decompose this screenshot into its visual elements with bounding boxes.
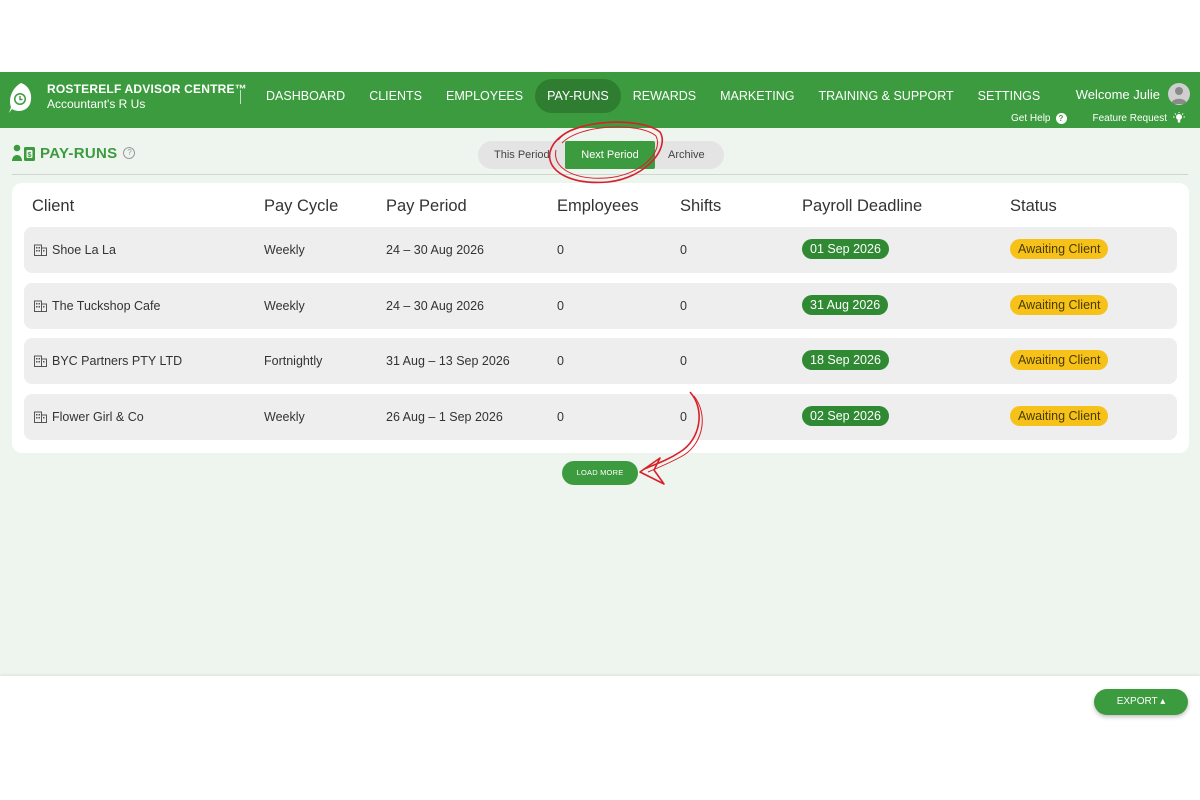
pay-period: 24 – 30 Aug 2026 (386, 299, 485, 313)
building-icon (34, 355, 47, 367)
nav-pay-runs[interactable]: PAY-RUNS (535, 79, 621, 113)
column-pay-period[interactable]: Pay Period (386, 197, 467, 216)
load-more-button[interactable]: LOAD MORE (562, 461, 638, 485)
nav-dashboard[interactable]: DASHBOARD (254, 79, 357, 113)
user-icon (1171, 87, 1187, 104)
app-window: ROSTERELF ADVISOR CENTRE™ Accountant's R… (0, 72, 1200, 728)
top-navigation-bar: ROSTERELF ADVISOR CENTRE™ Accountant's R… (0, 72, 1200, 128)
footer-bar: EXPORT ▴ (0, 676, 1200, 728)
employee-count: 0 (557, 299, 564, 313)
status-badge: Awaiting Client (1010, 295, 1109, 315)
get-help-label: Get Help (1011, 112, 1051, 124)
pay-cycle: Weekly (264, 299, 305, 313)
status-badge: Awaiting Client (1010, 406, 1109, 426)
employee-count: 0 (557, 410, 564, 424)
column-pay-cycle[interactable]: Pay Cycle (264, 197, 338, 216)
pay-cycle: Fortnightly (264, 354, 323, 368)
shift-count: 0 (680, 299, 687, 313)
export-button[interactable]: EXPORT ▴ (1094, 689, 1188, 715)
building-icon (34, 411, 47, 423)
table-row[interactable]: BYC Partners PTY LTD Fortnightly 31 Aug … (24, 338, 1177, 384)
column-shifts[interactable]: Shifts (680, 197, 721, 216)
nav-settings[interactable]: SETTINGS (966, 79, 1053, 113)
nav-training-support[interactable]: TRAINING & SUPPORT (806, 79, 965, 113)
svg-text:$: $ (28, 152, 32, 159)
period-tabs: This Period Next Period Archive (478, 141, 724, 169)
table-row[interactable]: Shoe La La Weekly 24 – 30 Aug 2026 0 0 0… (24, 227, 1177, 273)
page-title: PAY-RUNS (40, 144, 118, 162)
deadline-badge: 31 Aug 2026 (802, 295, 889, 315)
tab-this-period[interactable]: This Period (494, 141, 550, 169)
get-help-link[interactable]: Get Help ? (1011, 112, 1067, 124)
pay-cycle: Weekly (264, 410, 305, 424)
brand-divider (240, 90, 241, 104)
shift-count: 0 (680, 354, 687, 368)
pay-period: 31 Aug – 13 Sep 2026 (386, 354, 510, 368)
user-avatar[interactable] (1168, 83, 1190, 105)
nav-employees[interactable]: EMPLOYEES (434, 79, 535, 113)
column-client[interactable]: Client (32, 197, 74, 216)
page-header: $ PAY-RUNS ? (12, 144, 136, 162)
tab-next-period[interactable]: Next Period (565, 141, 655, 169)
feature-request-label: Feature Request (1092, 112, 1168, 124)
brand-subtitle: Accountant's R Us (47, 97, 146, 111)
pay-cycle: Weekly (264, 243, 305, 257)
column-status[interactable]: Status (1010, 197, 1057, 216)
table-row[interactable]: The Tuckshop Cafe Weekly 24 – 30 Aug 202… (24, 283, 1177, 329)
nav-marketing[interactable]: MARKETING (708, 79, 806, 113)
status-badge: Awaiting Client (1010, 239, 1109, 259)
question-icon: ? (1055, 112, 1067, 124)
column-employees[interactable]: Employees (557, 197, 639, 216)
pay-period: 24 – 30 Aug 2026 (386, 243, 485, 257)
client-name[interactable]: BYC Partners PTY LTD (52, 354, 182, 368)
status-badge: Awaiting Client (1010, 350, 1109, 370)
column-payroll-deadline[interactable]: Payroll Deadline (802, 197, 922, 216)
welcome-text: Welcome Julie (1075, 87, 1160, 102)
title-help-icon[interactable]: ? (123, 147, 136, 159)
nav-rewards[interactable]: REWARDS (621, 79, 708, 113)
brand-title: ROSTERELF ADVISOR CENTRE™ (47, 82, 247, 96)
rosterelf-logo-icon (9, 83, 32, 113)
main-nav: DASHBOARD CLIENTS EMPLOYEES PAY-RUNS REW… (254, 79, 1052, 113)
deadline-badge: 01 Sep 2026 (802, 239, 889, 259)
deadline-badge: 18 Sep 2026 (802, 350, 889, 370)
employee-count: 0 (557, 354, 564, 368)
tab-archive[interactable]: Archive (668, 141, 705, 169)
header-divider (12, 174, 1188, 175)
client-name[interactable]: The Tuckshop Cafe (52, 299, 160, 313)
shift-count: 0 (680, 243, 687, 257)
table-header: Client Pay Cycle Pay Period Employees Sh… (12, 197, 1189, 221)
lightbulb-icon (1173, 112, 1185, 123)
deadline-badge: 02 Sep 2026 (802, 406, 889, 426)
pay-period: 26 Aug – 1 Sep 2026 (386, 410, 503, 424)
building-icon (34, 300, 47, 312)
nav-clients[interactable]: CLIENTS (357, 79, 434, 113)
shift-count: 0 (680, 410, 687, 424)
employee-count: 0 (557, 243, 564, 257)
table-row[interactable]: Flower Girl & Co Weekly 26 Aug – 1 Sep 2… (24, 394, 1177, 440)
pay-runs-icon: $ (12, 144, 35, 161)
help-links: Get Help ? Feature Request (985, 112, 1186, 124)
pay-runs-table: Client Pay Cycle Pay Period Employees Sh… (12, 183, 1189, 453)
feature-request-link[interactable]: Feature Request (1093, 112, 1187, 124)
client-name[interactable]: Shoe La La (52, 243, 116, 257)
building-icon (34, 244, 47, 256)
client-name[interactable]: Flower Girl & Co (52, 410, 144, 424)
